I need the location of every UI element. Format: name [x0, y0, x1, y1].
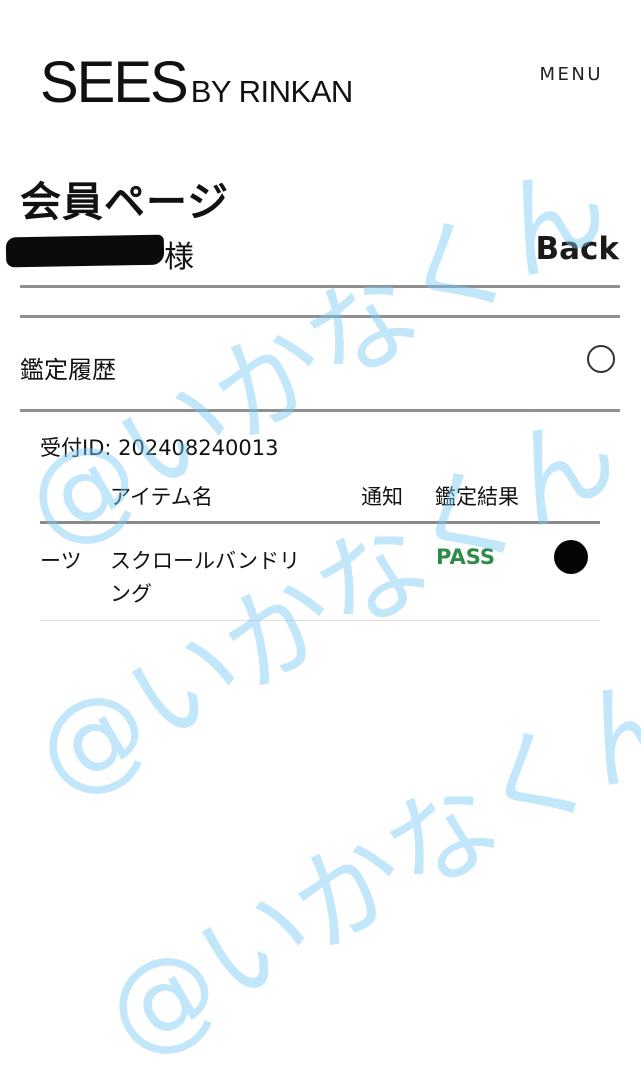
divider — [20, 409, 620, 412]
user-honorific: 様 — [164, 240, 194, 275]
status-dot-icon[interactable] — [554, 540, 588, 574]
cell-category: ーツ — [40, 549, 82, 573]
section-title-appraisal-history: 鑑定履歴 — [20, 356, 116, 384]
divider — [20, 285, 620, 288]
divider — [20, 315, 620, 318]
column-header-notify: 通知 — [361, 485, 403, 509]
watermark-text: @いかなくん — [84, 648, 641, 1080]
user-greeting-row: 様 Back — [0, 228, 641, 276]
table-row-divider — [40, 620, 600, 621]
cell-item-name-line1: スクロールバンドリ — [110, 549, 301, 573]
table-header-divider — [40, 521, 600, 524]
receipt-id: 受付ID: 202408240013 — [40, 436, 279, 460]
member-page: SEES BY RINKAN MENU 会員ページ 様 Back 鑑定履歴 受付… — [0, 0, 641, 1080]
brand-logo-main: SEES — [40, 50, 189, 115]
page-title: 会員ページ — [20, 178, 230, 226]
cell-item-name-line2: ング — [110, 582, 152, 606]
column-header-item-name: アイテム名 — [110, 485, 213, 509]
redacted-username — [5, 234, 165, 268]
column-header-result: 鑑定結果 — [435, 485, 519, 509]
back-link[interactable]: Back — [535, 231, 619, 267]
section-toggle-circle-icon[interactable] — [587, 345, 615, 373]
brand-logo[interactable]: SEES BY RINKAN — [40, 54, 353, 112]
cell-result-pass: PASS — [436, 545, 496, 569]
menu-button[interactable]: MENU — [539, 64, 603, 85]
brand-logo-sub: BY RINKAN — [190, 74, 354, 109]
